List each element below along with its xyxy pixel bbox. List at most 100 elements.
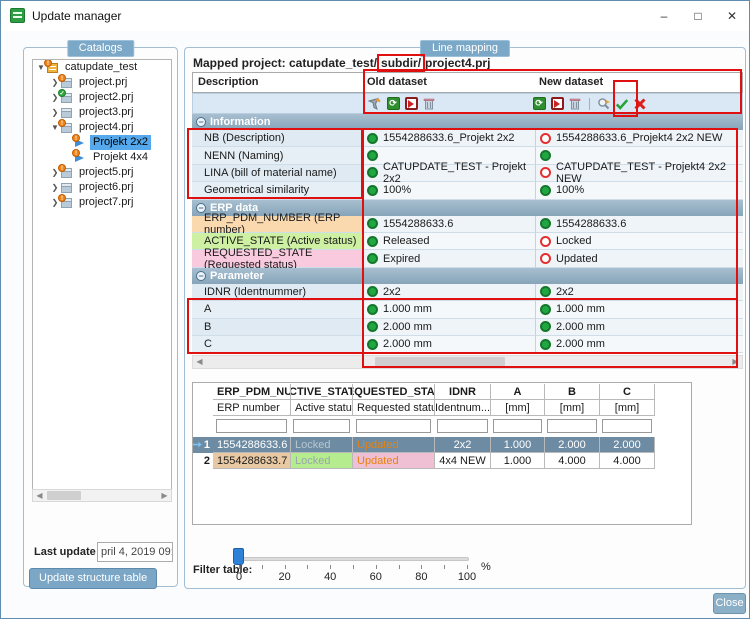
line-mapping-group-label: Line mapping	[419, 40, 511, 57]
old-dataset-value: 2.000 mm	[362, 336, 535, 354]
column-filter-input[interactable]	[602, 419, 652, 433]
column-header[interactable]: REQUESTED_STATE	[353, 384, 435, 400]
column-filter-input[interactable]	[356, 419, 431, 433]
value-text: Locked	[556, 235, 592, 248]
structure-table: ERP_PDM_NUMBERACTIVE_STATEREQUESTED_STAT…	[192, 382, 692, 525]
tree-item-project-prj[interactable]: ❯! project.prj	[33, 73, 171, 90]
filter-cell	[435, 416, 491, 436]
column-header[interactable]: ACTIVE_STATE	[291, 384, 353, 400]
refresh-icon[interactable]: ⟳	[386, 97, 400, 111]
refresh-icon[interactable]: ⟳	[532, 97, 546, 111]
collapse-icon[interactable]: −	[196, 270, 206, 281]
section-header-information[interactable]: − Information	[192, 114, 743, 130]
tree-item-catupdate-test[interactable]: ▼! catupdate_test	[33, 60, 171, 75]
mapped-project-highlighted: subdir/	[377, 54, 426, 72]
value-text: 1554288633.6_Projekt 2x2	[383, 132, 515, 145]
slider-tick	[444, 565, 446, 569]
filter-slider-track[interactable]	[239, 557, 469, 561]
catalogs-group-label: Catalogs	[66, 40, 135, 57]
column-header[interactable]: A	[491, 384, 545, 400]
tree-horizontal-scrollbar[interactable]: ◀ ▶	[32, 489, 172, 502]
minimize-icon[interactable]: –	[647, 1, 681, 31]
mapping-row[interactable]: A 1.000 mm 1.000 mm	[192, 301, 743, 319]
status-ok-icon	[367, 321, 378, 333]
mapping-row[interactable]: LINA (bill of material name) CATUPDATE_TE…	[192, 161, 743, 185]
scroll-left-icon[interactable]: ◀	[33, 490, 46, 501]
scrollbar-thumb[interactable]	[375, 357, 505, 366]
chevron-right-icon[interactable]: ❯	[50, 105, 60, 120]
close-icon[interactable]: ✕	[715, 1, 749, 31]
column-filter-input[interactable]	[293, 419, 350, 433]
column-header[interactable]: C	[600, 384, 655, 400]
slider-tick-label: 60	[369, 571, 382, 583]
mapping-row[interactable]: Geometrical similarity 100% 100%	[192, 182, 743, 200]
column-filter-input[interactable]	[216, 419, 287, 433]
mapping-row[interactable]: REQUESTED_STATE (Requested status) Expire…	[192, 247, 743, 271]
update-structure-table-button[interactable]: Update structure table	[29, 568, 158, 589]
table-cell: 1.000	[491, 453, 545, 469]
accept-icon[interactable]	[615, 97, 629, 111]
update-manager-window: Update manager – □ ✕ Catalogs ▼! catupdat…	[0, 0, 750, 619]
filter-slider-thumb[interactable]	[233, 548, 244, 565]
delete-icon[interactable]	[422, 97, 436, 111]
cube-glyph-front	[61, 185, 72, 193]
mapping-row[interactable]: C 2.000 mm 2.000 mm	[192, 336, 743, 354]
column-header[interactable]: B	[545, 384, 600, 400]
delete-icon[interactable]	[568, 97, 582, 111]
column-filter-input[interactable]	[437, 419, 488, 433]
tree-item-projekt-2x2[interactable]: ! Projekt 2x2	[33, 133, 171, 150]
export-icon[interactable]	[550, 97, 564, 111]
new-dataset-value: 1554288633.6	[535, 215, 743, 233]
tree-item-projekt-4x4[interactable]: ! Projekt 4x4	[33, 148, 171, 165]
close-button[interactable]: Close	[713, 593, 746, 614]
export-icon[interactable]	[404, 97, 418, 111]
table-cell: Updated	[353, 437, 435, 453]
column-header[interactable]: ERP_PDM_NUMBER	[213, 384, 291, 400]
mapping-row[interactable]: ERP_PDM_NUMBER (ERP number) 1554288633.6 1…	[192, 212, 743, 236]
column-filter-input[interactable]	[547, 419, 597, 433]
column-subheader: Identnum...	[435, 400, 491, 416]
tree-item-project3-prj[interactable]: ❯ project3.prj	[33, 105, 171, 120]
tree-item-project5-prj[interactable]: ❯! project5.prj	[33, 163, 171, 180]
table-data-row[interactable]: ➙ 1 1554288633.6 Locked Updated 2x2 1.000 2.000…	[193, 437, 655, 453]
status-ok-icon	[540, 338, 551, 350]
catalogs-group: Catalogs ▼! catupdate_test ❯! project.prj ❯ ✓…	[23, 40, 178, 589]
section-header-parameter[interactable]: − Parameter	[192, 267, 743, 284]
new-dataset-toolbar: ⟳	[532, 94, 647, 113]
mapping-row[interactable]: IDNR (Identnummer) 2x2 2x2	[192, 283, 743, 302]
part-icon: !	[72, 148, 87, 164]
column-header[interactable]: IDNR	[435, 384, 491, 400]
tree-item-project4-prj[interactable]: ▼! project4.prj	[33, 118, 171, 135]
compare-icon[interactable]	[597, 97, 611, 111]
mapping-horizontal-scrollbar[interactable]: ◀ ▶	[192, 355, 743, 369]
mapped-project-path: Mapped project: catupdate_test/subdir/pr…	[193, 54, 490, 72]
reject-icon[interactable]	[633, 97, 647, 111]
maximize-icon[interactable]: □	[681, 1, 715, 31]
scroll-left-icon[interactable]: ◀	[193, 356, 206, 367]
window-title: Update manager	[32, 9, 122, 23]
mapping-row[interactable]: NB (Description) 1554288633.6_Projekt 2x2…	[192, 130, 743, 148]
tree-item-project2-prj[interactable]: ❯ ✓ project2.prj	[33, 88, 171, 105]
value-text: 1.000 mm	[383, 303, 432, 316]
last-update-field[interactable]: pril 4, 2019 09:56:40	[97, 542, 173, 562]
corner-cell	[193, 416, 213, 436]
table-cell: 4.000	[600, 453, 655, 469]
table-data-row[interactable]: 2 1554288633.7 Locked Updated 4x4 NEW 1.000 4.…	[193, 453, 655, 469]
filter-cell	[353, 416, 435, 436]
mapping-row[interactable]: B 2.000 mm 2.000 mm	[192, 318, 743, 336]
scroll-right-icon[interactable]: ▶	[729, 356, 742, 367]
chevron-right-icon[interactable]: ❯	[50, 180, 60, 195]
old-dataset-value: 1554288633.6	[362, 215, 535, 233]
collapse-icon[interactable]: −	[196, 117, 206, 127]
column-subheader: ERP number	[213, 400, 291, 416]
filter-icon[interactable]	[368, 97, 382, 111]
status-changed-icon	[540, 235, 551, 247]
column-filter-input[interactable]	[493, 419, 542, 433]
tree-item-project7-prj[interactable]: ❯! project7.prj	[33, 193, 171, 210]
status-ok-icon	[367, 235, 378, 247]
tree-item-project6-prj[interactable]: ❯ project6.prj	[33, 180, 171, 195]
scroll-right-icon[interactable]: ▶	[158, 490, 171, 501]
attribute-label: A	[192, 301, 362, 319]
scrollbar-thumb[interactable]	[47, 491, 81, 500]
tree-item-label: project.prj	[79, 76, 128, 88]
